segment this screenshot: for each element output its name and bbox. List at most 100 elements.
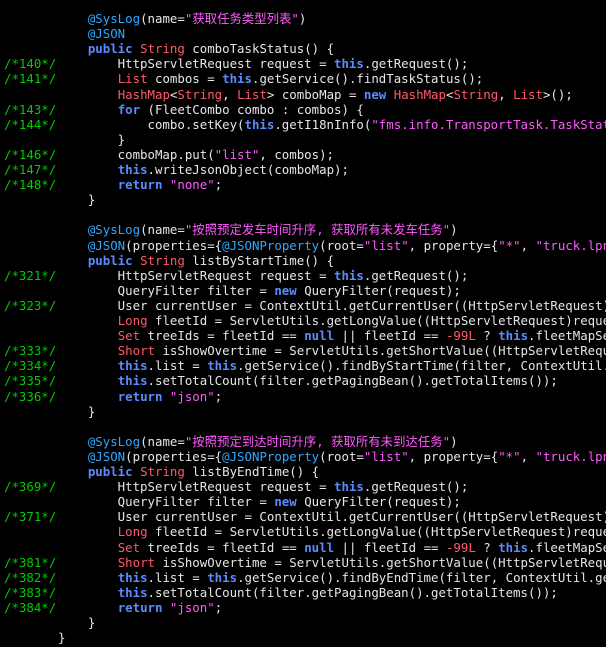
code-token: } — [58, 615, 96, 630]
code-token: .getRequest(); — [363, 479, 469, 495]
code-token: comboTaskStatus() { — [184, 41, 335, 57]
line-number: /*369*/ — [4, 479, 57, 495]
code-token: .getRequest(); — [363, 56, 469, 72]
code-token: .getRequest(); — [363, 267, 469, 283]
code-token: "json" — [169, 599, 215, 615]
code-text: User currentUser = ContextUtil.getCurren… — [58, 298, 606, 313]
code-token: for — [117, 101, 141, 117]
code-token: , — [498, 86, 514, 102]
code-text: Long fleetId = ServletUtils.getLongValue… — [58, 524, 606, 539]
code-token: String — [140, 464, 185, 479]
code-text: combo.setKey(this.getI18nInfo("fms.info.… — [58, 117, 606, 132]
code-token: this — [244, 116, 275, 132]
line-number: /*335*/ — [4, 373, 57, 389]
code-text: User currentUser = ContextUtil.getCurren… — [58, 509, 606, 524]
code-token: , — [222, 86, 238, 102]
code-token: this — [498, 328, 529, 344]
line-number: /*143*/ — [4, 101, 57, 117]
line-number: /*140*/ — [4, 56, 57, 72]
code-text: Set treeIds = fleetId == null || fleetId… — [58, 328, 606, 343]
code-token: "*" — [498, 237, 521, 253]
code-token: (name= — [140, 222, 185, 238]
code-text: this.setTotalCount(filter.getPagingBean(… — [58, 585, 558, 600]
code-token: (name= — [140, 11, 185, 26]
code-token: || fleetId == — [334, 539, 446, 555]
code-token: Long — [117, 524, 148, 540]
code-token: return — [117, 177, 163, 193]
code-token: combo.setKey( — [58, 116, 245, 132]
code-token: List — [513, 86, 543, 102]
code-token: HashMap — [393, 86, 446, 102]
code-token: "fms.info.TransportTask.TaskStatus" — [371, 116, 606, 132]
code-token: listByStartTime() { — [184, 252, 335, 268]
code-token: null — [304, 539, 335, 555]
code-token: String — [140, 41, 185, 57]
code-text: @SysLog(name="按照预定到达时间升序, 获取所有未到达任务") — [58, 434, 458, 449]
line-number: /*333*/ — [4, 343, 57, 359]
code-token: User currentUser = ContextUtil.getCurren… — [58, 509, 606, 525]
code-token: ? — [475, 328, 499, 344]
code-token: new — [363, 86, 387, 102]
code-text: public String comboTaskStatus() { — [58, 41, 334, 56]
line-number: /*336*/ — [4, 388, 57, 404]
code-token: this — [207, 358, 238, 374]
line-number: /*381*/ — [4, 554, 57, 570]
line-number: /*384*/ — [4, 599, 57, 615]
code-text: this.list = this.getService().findByStar… — [58, 358, 606, 373]
line-number: /*144*/ — [4, 116, 57, 132]
code-token: QueryFilter(request); — [296, 282, 461, 298]
code-token: listByEndTime() { — [184, 464, 320, 479]
code-token: , property={ — [408, 448, 499, 464]
code-token: ; — [214, 388, 223, 404]
code-token: , — [520, 237, 536, 253]
code-token: return — [117, 599, 163, 615]
code-editor[interactable]: @SysLog(name="获取任务类型列表") @JSON public St… — [0, 0, 606, 647]
code-token: (name= — [140, 433, 185, 449]
code-token: .getService().findTaskStatus(); — [251, 71, 484, 87]
code-token: HttpServletRequest request = — [58, 479, 335, 495]
code-token: .list = — [147, 358, 208, 374]
code-token: public — [87, 41, 133, 57]
code-token: List — [237, 86, 267, 102]
code-text: @JSON(properties={@JSONProperty(root="li… — [58, 449, 606, 464]
code-token: isShowOvertime = ServletUtils.getShortVa… — [155, 343, 606, 359]
code-token: @JSON — [87, 448, 126, 464]
code-text: } — [58, 404, 95, 419]
code-token: this — [498, 539, 529, 555]
code-text: @SysLog(name="获取任务类型列表") — [58, 11, 307, 26]
code-text: @JSON — [58, 26, 125, 41]
code-text: HttpServletRequest request = this.getReq… — [58, 56, 469, 72]
line-number: /*371*/ — [4, 509, 57, 525]
code-text: List combos = this.getService().findTask… — [58, 71, 484, 87]
code-text: HashMap<String, List> comboMap = new Has… — [58, 87, 573, 102]
code-token: List — [117, 71, 148, 87]
code-text: Short isShowOvertime = ServletUtils.getS… — [58, 555, 606, 570]
code-token: (root= — [319, 237, 364, 253]
code-token: this — [117, 569, 148, 585]
code-token: .getService().findByEndTime(filter, Cont… — [237, 569, 606, 585]
code-token: QueryFilter filter = — [58, 494, 275, 510]
code-token: ; — [214, 177, 223, 193]
code-token: || fleetId == — [334, 328, 446, 344]
code-token: "获取任务类型列表" — [184, 11, 299, 26]
code-token: this — [117, 358, 148, 374]
code-token: .fleetMapServic — [528, 328, 606, 344]
code-token: Set — [117, 539, 141, 555]
code-token: "truck.lpn" — [535, 237, 606, 253]
